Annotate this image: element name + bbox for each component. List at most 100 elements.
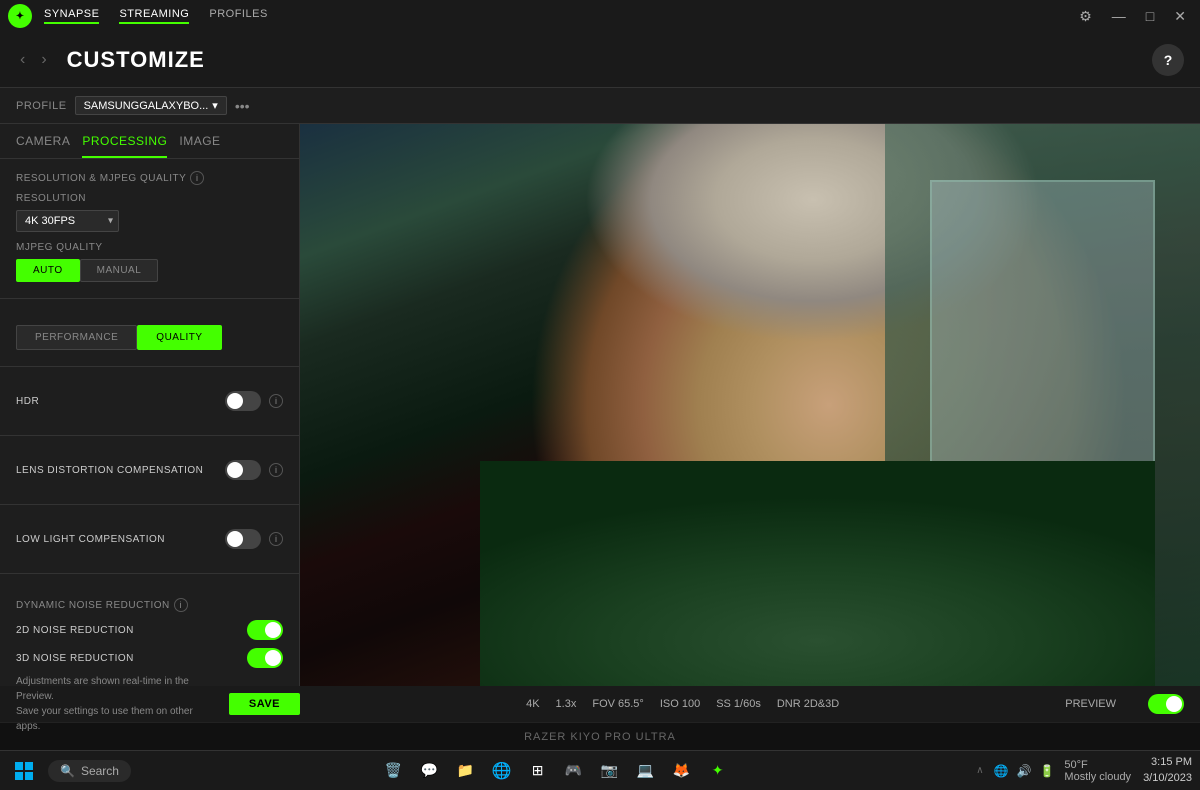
tab-image[interactable]: IMAGE [179, 134, 220, 158]
person-shirt [480, 461, 1155, 686]
close-button[interactable]: ✕ [1168, 6, 1192, 27]
lens-distortion-info-icon[interactable]: i [269, 463, 283, 477]
hdr-info-icon[interactable]: i [269, 394, 283, 408]
2d-noise-toggle[interactable] [247, 620, 283, 640]
settings-icon[interactable]: ⚙ [1073, 6, 1098, 27]
taskbar: 🔍 Search 🗑️ 💬 📁 🌐 ⊞ 🎮 📷 💻 🦊 ✦ ∧ 🌐 🔊 🔋 50… [0, 750, 1200, 790]
3d-noise-toggle[interactable] [247, 648, 283, 668]
low-light-toggle[interactable] [225, 529, 261, 549]
lens-distortion-knob [227, 462, 243, 478]
hint-line2: Save your settings to use them on other … [16, 704, 213, 734]
hdr-toggle[interactable] [225, 391, 261, 411]
divider-5 [0, 573, 299, 574]
nav-streaming[interactable]: STREAMING [119, 8, 189, 24]
profile-more-button[interactable]: ••• [235, 98, 250, 114]
profile-label: PROFILE [16, 100, 67, 112]
profile-value: SAMSUNGGALAXYBO... [84, 100, 209, 112]
2d-noise-label: 2D NOISE REDUCTION [16, 625, 239, 636]
low-light-info-icon[interactable]: i [269, 532, 283, 546]
spec-fov: FOV 65.5° [592, 698, 643, 710]
start-button[interactable] [8, 755, 40, 787]
tab-processing[interactable]: PROCESSING [82, 134, 167, 158]
spec-dnr: DNR 2D&3D [777, 698, 839, 710]
tray-expand-icon[interactable]: ∧ [976, 765, 983, 776]
2d-noise-row: 2D NOISE REDUCTION [16, 620, 283, 640]
lens-distortion-row: LENS DISTORTION COMPENSATION i [16, 460, 283, 480]
system-time[interactable]: 3:15 PM 3/10/2023 [1143, 755, 1192, 786]
maximize-button[interactable]: □ [1140, 6, 1160, 26]
low-light-section: LOW LIGHT COMPENSATION i [0, 509, 299, 569]
window-controls: ⚙ — □ ✕ [1073, 6, 1192, 27]
taskbar-browser-icon[interactable]: 🦊 [666, 755, 698, 787]
spec-resolution: 4K [526, 698, 539, 710]
nav-synapse[interactable]: SYNAPSE [44, 8, 99, 24]
taskbar-trash-icon[interactable]: 🗑️ [378, 755, 410, 787]
3d-noise-row: 3D NOISE REDUCTION [16, 648, 283, 668]
camera-name: RAZER KIYO PRO ULTRA [524, 731, 676, 743]
taskbar-camera-icon[interactable]: 📷 [594, 755, 626, 787]
hdr-label: HDR [16, 396, 217, 407]
status-hint: Adjustments are shown real-time in the P… [16, 674, 300, 734]
resolution-info-icon[interactable]: i [190, 171, 204, 185]
preview-area [300, 124, 1200, 686]
quality-button[interactable]: QUALITY [137, 325, 221, 350]
lens-distortion-toggle[interactable] [225, 460, 261, 480]
taskbar-store-icon[interactable]: ⊞ [522, 755, 554, 787]
divider-1 [0, 298, 299, 299]
sidebar: CAMERA PROCESSING IMAGE RESOLUTION & MJP… [0, 124, 300, 686]
time-display: 3:15 PM [1143, 755, 1192, 770]
2d-noise-knob [265, 622, 281, 638]
mjpeg-button-group: AUTO MANUAL [16, 259, 283, 282]
system-tray: ∧ 🌐 🔊 🔋 50°F Mostly cloudy 3:15 PM 3/10/… [976, 755, 1192, 786]
taskbar-folder-icon[interactable]: 📁 [450, 755, 482, 787]
low-light-row: LOW LIGHT COMPENSATION i [16, 529, 283, 549]
preview-label: PREVIEW [1065, 698, 1116, 710]
resolution-select-wrapper: 4K 30FPS 1080P 60FPS 1080P 30FPS 720P 60… [16, 210, 119, 232]
taskbar-chat-icon[interactable]: 💬 [414, 755, 446, 787]
save-button[interactable]: SAVE [229, 693, 300, 715]
resolution-label: RESOLUTION [16, 193, 283, 204]
dnr-info-icon[interactable]: i [174, 598, 188, 612]
preview-toggle-knob [1166, 696, 1182, 712]
taskbar-search[interactable]: 🔍 Search [48, 760, 131, 782]
low-light-label: LOW LIGHT COMPENSATION [16, 534, 217, 545]
performance-button[interactable]: PERFORMANCE [16, 325, 137, 350]
main-layout: CAMERA PROCESSING IMAGE RESOLUTION & MJP… [0, 124, 1200, 686]
mjpeg-manual-button[interactable]: MANUAL [80, 259, 159, 282]
divider-2 [0, 366, 299, 367]
low-light-knob [227, 531, 243, 547]
lens-distortion-label: LENS DISTORTION COMPENSATION [16, 465, 217, 476]
forward-button[interactable]: › [37, 47, 50, 73]
spec-zoom: 1.3x [556, 698, 577, 710]
windows-icon [15, 762, 33, 780]
taskbar-laptop-icon[interactable]: 💻 [630, 755, 662, 787]
spec-ss: SS 1/60s [716, 698, 761, 710]
profile-bar: PROFILE SAMSUNGGALAXYBO... ▾ ••• [0, 88, 1200, 124]
resolution-select[interactable]: 4K 30FPS 1080P 60FPS 1080P 30FPS 720P 60… [16, 210, 119, 232]
profile-select[interactable]: SAMSUNGGALAXYBO... ▾ [75, 96, 227, 115]
network-icon[interactable]: 🌐 [992, 762, 1011, 780]
taskbar-razer-icon[interactable]: ✦ [702, 755, 734, 787]
help-button[interactable]: ? [1152, 44, 1184, 76]
resolution-section-title: RESOLUTION & MJPEG QUALITY i [16, 171, 283, 185]
spec-iso: ISO 100 [660, 698, 700, 710]
minimize-button[interactable]: — [1106, 6, 1132, 26]
weather-temp: 50°F [1064, 759, 1131, 771]
battery-icon[interactable]: 🔋 [1037, 762, 1056, 780]
tab-camera[interactable]: CAMERA [16, 134, 70, 158]
page-title: CUSTOMIZE [67, 47, 1152, 73]
logo-text: ✦ [16, 11, 24, 22]
dnr-section: DYNAMIC NOISE REDUCTION i 2D NOISE REDUC… [0, 578, 299, 686]
preview-toggle[interactable] [1148, 694, 1184, 714]
weather-desc: Mostly cloudy [1064, 771, 1131, 783]
mjpeg-auto-button[interactable]: AUTO [16, 259, 80, 282]
3d-noise-knob [265, 650, 281, 666]
taskbar-game-icon[interactable]: 🎮 [558, 755, 590, 787]
volume-icon[interactable]: 🔊 [1015, 762, 1034, 780]
taskbar-edge-icon[interactable]: 🌐 [486, 755, 518, 787]
title-nav: SYNAPSE STREAMING PROFILES [44, 8, 1061, 24]
back-button[interactable]: ‹ [16, 47, 29, 73]
search-icon: 🔍 [60, 764, 75, 778]
camera-tabs: CAMERA PROCESSING IMAGE [0, 124, 299, 159]
nav-profiles[interactable]: PROFILES [209, 8, 267, 24]
